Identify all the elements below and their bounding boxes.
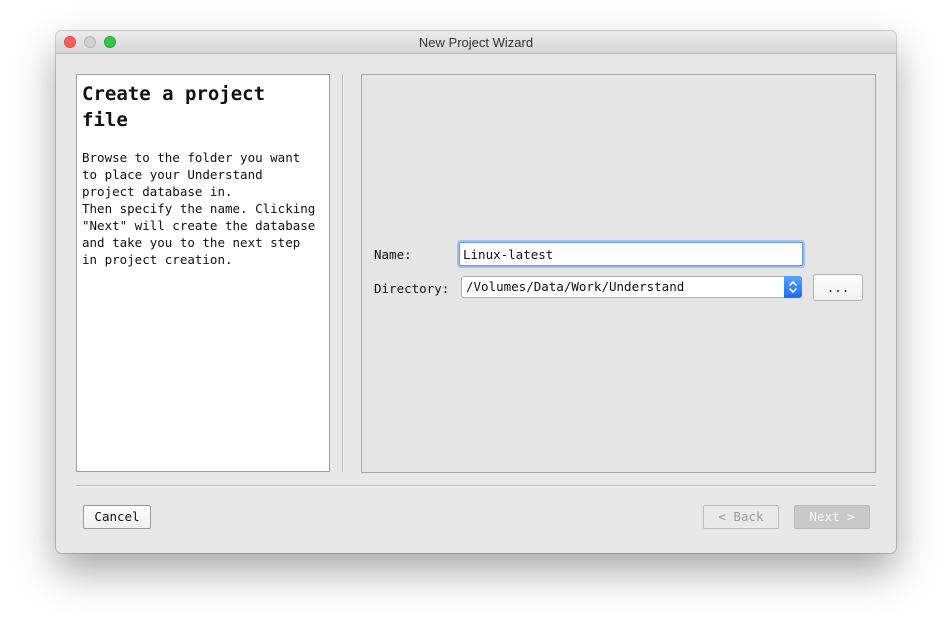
directory-label: Directory:: [374, 281, 450, 296]
browse-button[interactable]: ...: [813, 274, 863, 301]
back-button[interactable]: < Back: [703, 505, 779, 529]
directory-select[interactable]: /Volumes/Data/Work/Understand: [461, 276, 802, 298]
chevron-updown-icon[interactable]: [784, 276, 802, 298]
panel-heading: Create a project file: [82, 83, 266, 131]
panel-description: Browse to the folder you want to place y…: [82, 150, 316, 267]
window-title: New Project Wizard: [418, 35, 534, 50]
horizontal-divider: [76, 485, 876, 487]
name-label: Name:: [374, 247, 412, 262]
vertical-divider: [342, 74, 344, 472]
next-button[interactable]: Next >: [794, 505, 870, 529]
form-panel: Name: Directory: /Volumes/Data/Work/Unde…: [361, 74, 876, 473]
project-name-input[interactable]: [459, 242, 803, 266]
wizard-window: New Project Wizard Create a project file…: [56, 31, 896, 553]
cancel-button[interactable]: Cancel: [83, 505, 151, 529]
directory-value: /Volumes/Data/Work/Understand: [466, 279, 685, 294]
title-bar[interactable]: New Project Wizard: [56, 31, 896, 54]
instructions-panel: Create a project file Browse to the fold…: [76, 74, 330, 472]
